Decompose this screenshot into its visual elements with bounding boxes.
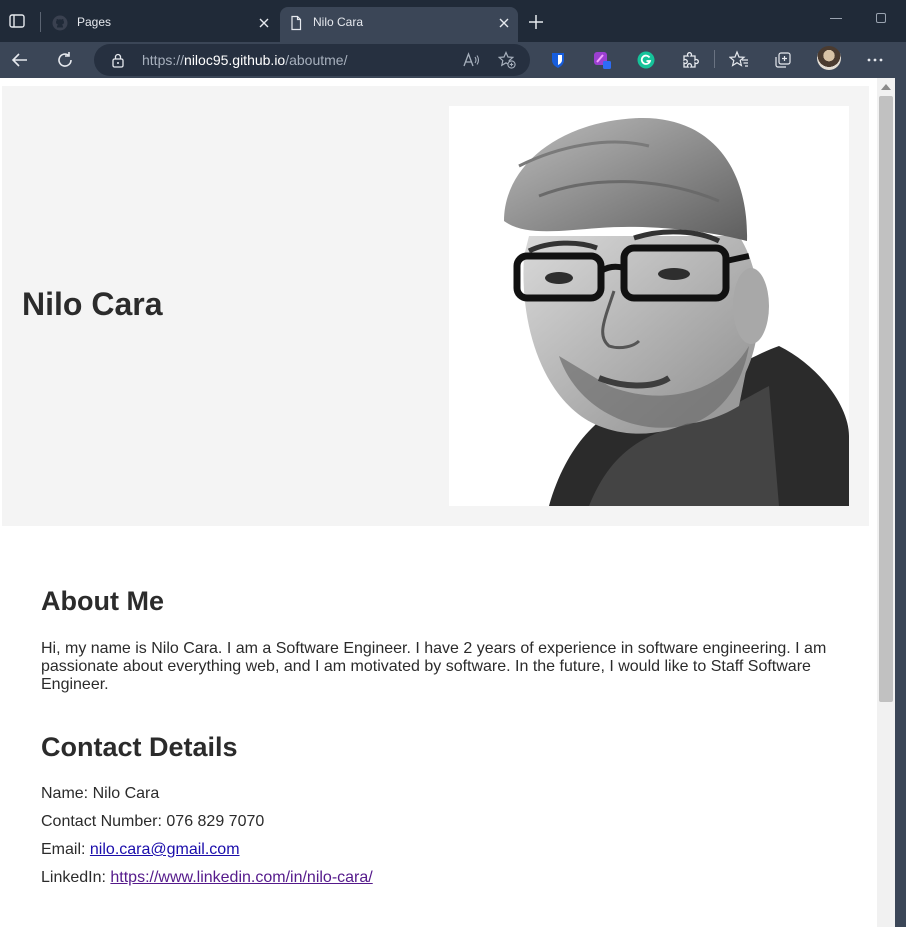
page-viewport: Nilo Cara About Me Hi, my name is Nilo C… bbox=[0, 78, 877, 927]
profile-avatar[interactable] bbox=[817, 46, 841, 70]
contact-linkedin: LinkedIn: https://www.linkedin.com/in/ni… bbox=[41, 869, 373, 887]
read-aloud-icon[interactable] bbox=[462, 51, 480, 69]
email-link[interactable]: nilo.cara@gmail.com bbox=[90, 841, 240, 858]
about-heading: About Me bbox=[41, 586, 164, 616]
new-tab-icon[interactable] bbox=[528, 14, 544, 30]
tab-title: Nilo Cara bbox=[313, 15, 364, 29]
refresh-icon[interactable] bbox=[55, 50, 75, 70]
contact-email-label: Email: bbox=[41, 841, 86, 858]
page-scrollbar[interactable] bbox=[877, 78, 906, 927]
tab-nilo-cara[interactable]: Nilo Cara bbox=[280, 7, 518, 42]
bitwarden-icon[interactable] bbox=[548, 50, 568, 70]
github-icon bbox=[52, 15, 68, 31]
contact-number: Contact Number: 076 829 7070 bbox=[41, 813, 264, 831]
browser-toolbar: https://niloc95.github.io/aboutme/ bbox=[0, 42, 906, 78]
more-icon[interactable] bbox=[865, 50, 885, 70]
tab-actions-icon[interactable] bbox=[8, 12, 26, 30]
contact-email: Email: nilo.cara@gmail.com bbox=[41, 841, 240, 859]
address-bar[interactable]: https://niloc95.github.io/aboutme/ bbox=[94, 44, 530, 76]
portrait-illustration bbox=[449, 106, 849, 506]
contact-name: Name: Nilo Cara bbox=[41, 785, 159, 803]
add-favorite-icon[interactable] bbox=[498, 51, 516, 69]
grammarly-icon[interactable] bbox=[636, 50, 656, 70]
url-text: https://niloc95.github.io/aboutme/ bbox=[142, 52, 347, 68]
contact-name-label: Name: bbox=[41, 785, 89, 802]
collections-icon[interactable] bbox=[773, 50, 793, 70]
hero-name: Nilo Cara bbox=[22, 286, 163, 322]
tab-title: Pages bbox=[77, 15, 112, 29]
contact-heading: Contact Details bbox=[41, 732, 238, 762]
close-tab-icon[interactable] bbox=[256, 15, 272, 31]
contact-name-value: Nilo Cara bbox=[92, 785, 160, 802]
window-edge bbox=[895, 78, 906, 927]
toolbar-separator bbox=[714, 50, 715, 68]
scrollbar-thumb[interactable] bbox=[879, 96, 893, 702]
puzzle-icon[interactable] bbox=[680, 50, 700, 70]
linkedin-link[interactable]: https://www.linkedin.com/in/nilo-cara/ bbox=[110, 869, 372, 886]
tab-pages[interactable]: Pages bbox=[44, 7, 278, 42]
favorites-icon[interactable] bbox=[729, 50, 749, 70]
maximize-button[interactable] bbox=[876, 13, 886, 23]
contact-linkedin-label: LinkedIn: bbox=[41, 869, 106, 886]
url-host: niloc95.github.io bbox=[184, 52, 286, 68]
hero-section: Nilo Cara bbox=[2, 86, 869, 526]
contact-number-value: 076 829 7070 bbox=[166, 813, 265, 830]
page-icon bbox=[291, 15, 302, 31]
profile-photo bbox=[449, 106, 849, 506]
tab-separator bbox=[40, 12, 41, 32]
lock-icon[interactable] bbox=[110, 52, 126, 68]
paint-extension-icon[interactable] bbox=[592, 50, 612, 70]
contact-number-label: Contact Number: bbox=[41, 813, 162, 830]
close-tab-icon[interactable] bbox=[496, 15, 512, 31]
tab-strip: Pages Nilo Cara bbox=[0, 0, 906, 42]
scroll-up-arrow-icon[interactable] bbox=[881, 84, 891, 90]
url-path: /aboutme/ bbox=[285, 52, 348, 68]
back-arrow-icon[interactable] bbox=[10, 50, 30, 70]
about-text: Hi, my name is Nilo Cara. I am a Softwar… bbox=[41, 640, 827, 693]
url-scheme: https:// bbox=[142, 52, 185, 68]
minimize-button[interactable] bbox=[830, 18, 842, 19]
